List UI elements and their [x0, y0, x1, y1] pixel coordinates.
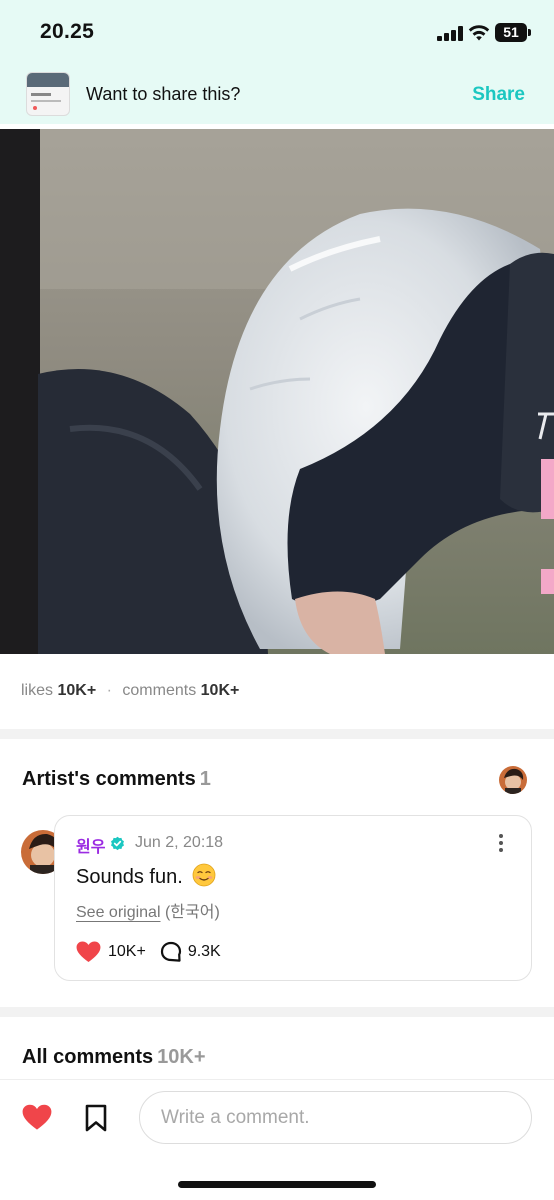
all-comments-label: All comments: [22, 1046, 154, 1068]
comment-like-count: 10K+: [108, 943, 146, 960]
comments-label: comments: [122, 682, 197, 699]
artist-comment-card[interactable]: 원우 Jun 2, 20:18 Sounds fun. See original…: [54, 815, 532, 981]
smiling-face-icon: [192, 863, 216, 887]
translation-row: See original (한국어): [76, 898, 220, 922]
status-bar: 20.25 51: [0, 0, 554, 64]
share-prompt: Want to share this?: [86, 84, 241, 104]
all-comments-title[interactable]: All comments 10K+: [22, 1046, 206, 1069]
likes-label: likes: [21, 682, 54, 699]
like-button-heart-icon[interactable]: [22, 1104, 52, 1131]
comment-input[interactable]: [139, 1091, 532, 1144]
home-indicator[interactable]: [178, 1181, 376, 1188]
share-banner: Want to share this? Share: [0, 64, 554, 124]
all-comments-count: 10K+: [157, 1046, 206, 1068]
post-photo[interactable]: [0, 129, 554, 654]
wifi-icon: [468, 25, 490, 41]
likes-count[interactable]: 10K+: [57, 682, 96, 699]
artist-comments-title[interactable]: Artist's comments 1: [22, 768, 211, 791]
comment-bubble-icon[interactable]: [160, 941, 182, 963]
status-time: 20.25: [40, 20, 95, 43]
bookmark-icon[interactable]: [84, 1104, 108, 1132]
original-language: (한국어): [164, 904, 220, 921]
comment-reactions: 10K+ 9.3K: [76, 940, 221, 964]
section-divider: [0, 1007, 554, 1017]
artist-comments-count: 1: [199, 768, 211, 790]
stats-separator: ·: [106, 682, 112, 699]
comment-date: Jun 2, 20:18: [135, 834, 224, 851]
comments-count[interactable]: 10K+: [201, 682, 240, 699]
share-button[interactable]: Share: [472, 84, 525, 106]
heart-icon[interactable]: [76, 941, 101, 963]
share-thumbnail: [26, 72, 70, 116]
comment-author-name[interactable]: 원우: [76, 833, 105, 857]
section-divider: [0, 729, 554, 739]
signal-icon: [437, 26, 463, 41]
comment-text: Sounds fun.: [76, 863, 216, 889]
battery-icon: 51: [495, 23, 527, 42]
battery-cap: [528, 29, 531, 36]
see-original-link[interactable]: See original: [76, 904, 161, 921]
comment-body-text: Sounds fun.: [76, 866, 183, 888]
more-vertical-icon[interactable]: [498, 834, 504, 852]
artist-comments-label: Artist's comments: [22, 768, 196, 790]
artist-avatar-small[interactable]: [499, 766, 527, 794]
verified-badge-icon: [111, 836, 124, 851]
comment-reply-count: 9.3K: [187, 943, 221, 960]
post-stats: likes 10K+ · comments 10K+: [21, 682, 239, 700]
